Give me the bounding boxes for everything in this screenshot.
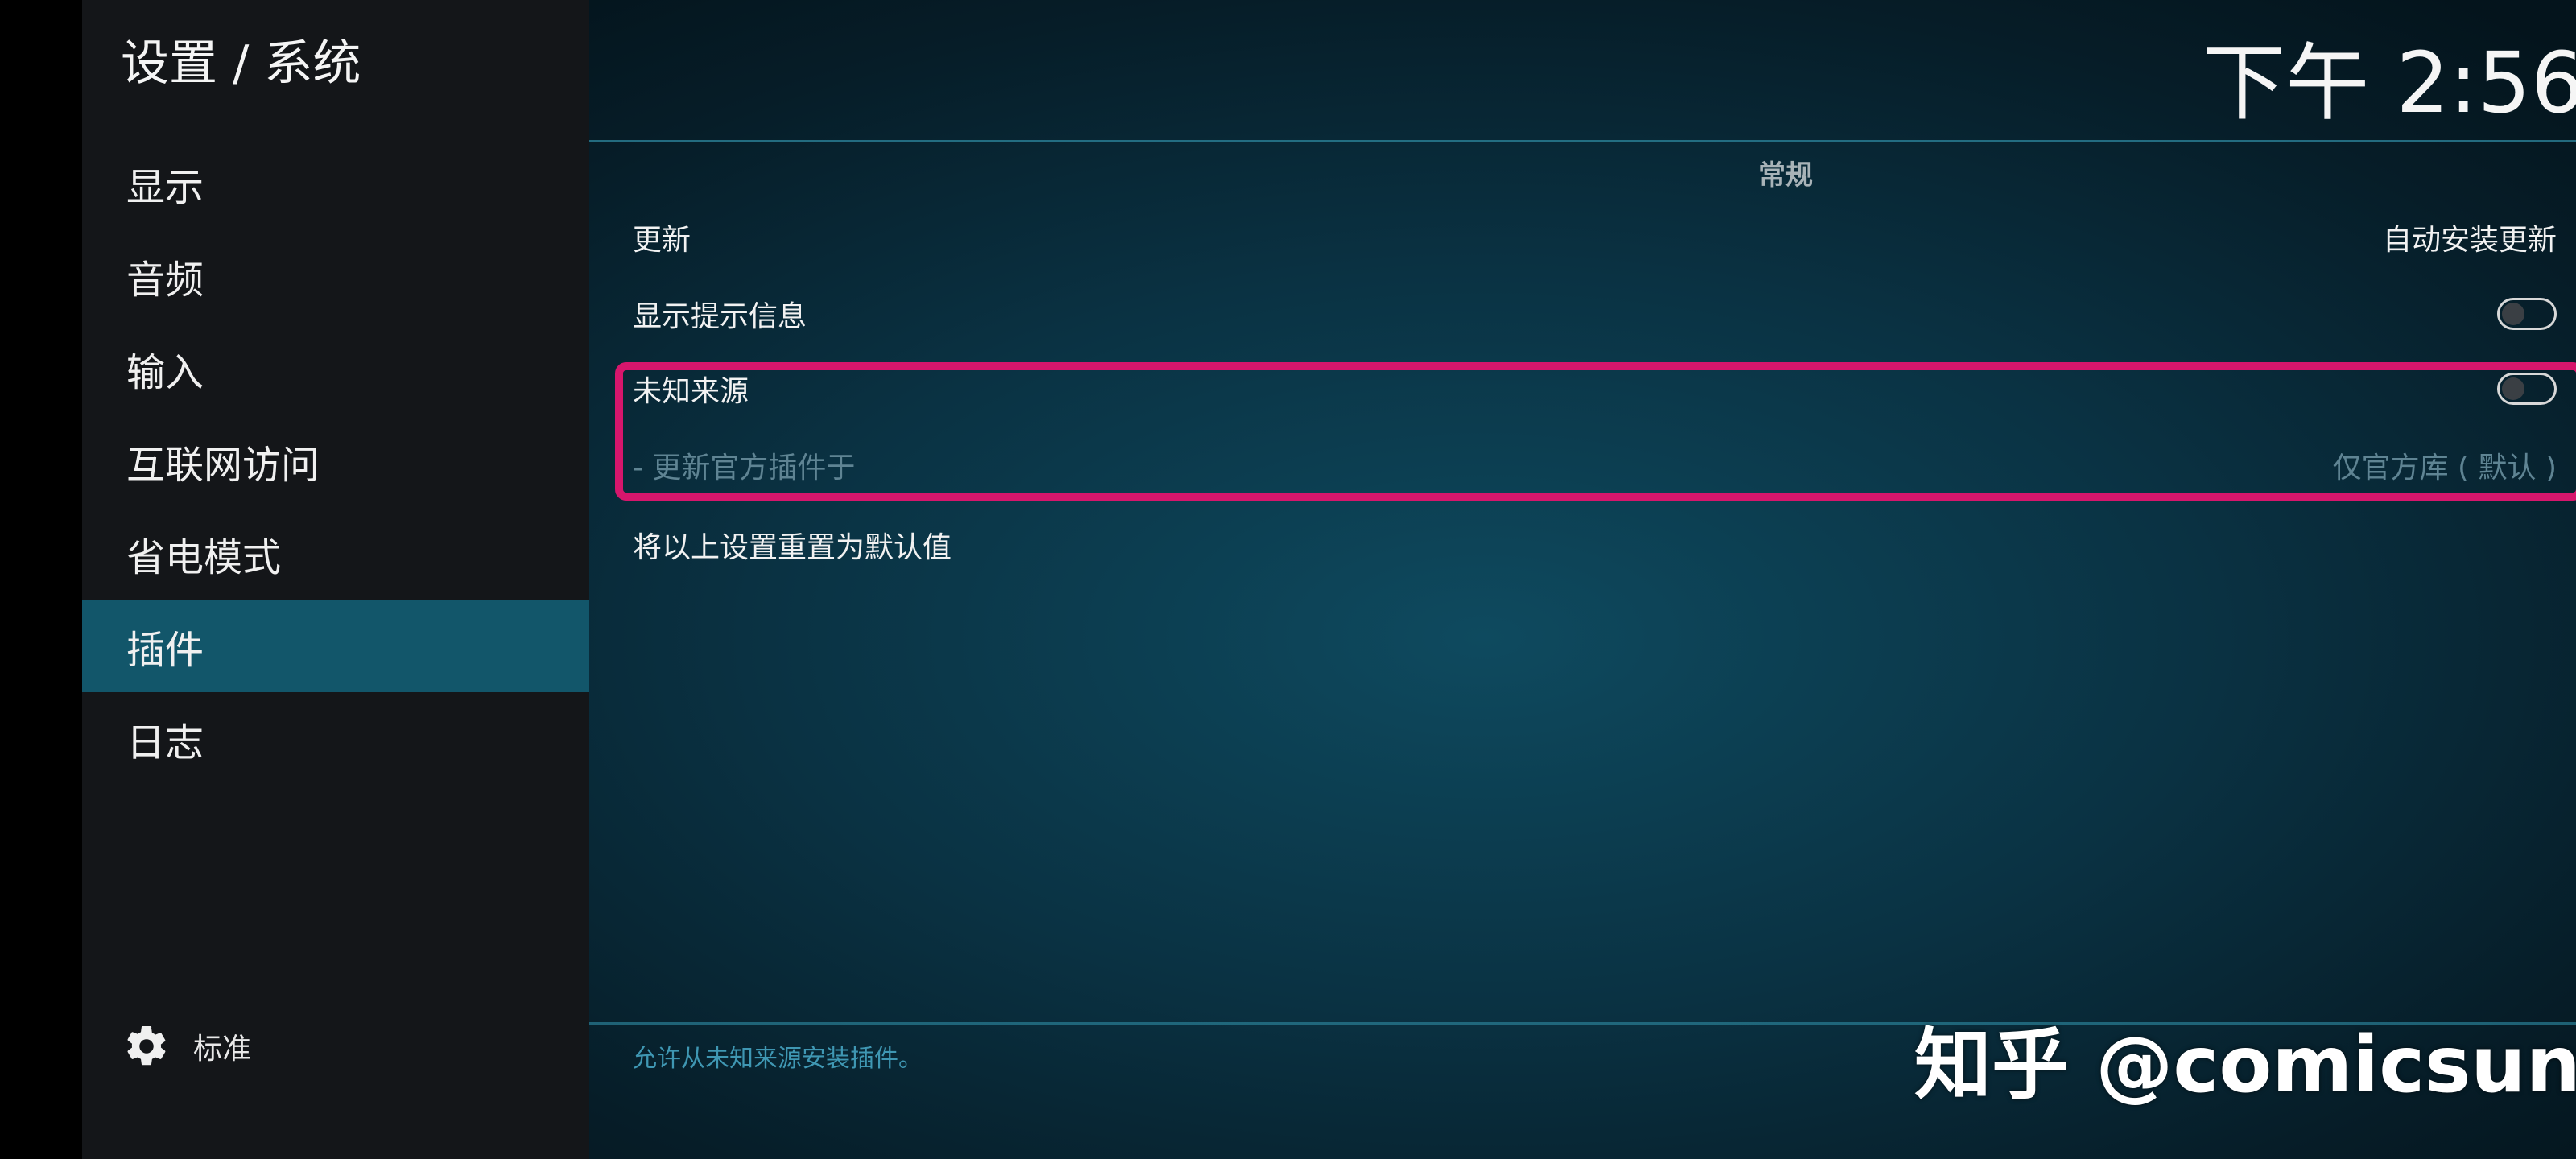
setting-row-reset-defaults[interactable]: 将以上设置重置为默认值 [633, 509, 2557, 581]
help-text: 允许从未知来源安装插件。 [633, 1045, 923, 1073]
setting-label: 显示提示信息 [633, 300, 807, 333]
sidebar-item-input[interactable]: 输入 [82, 322, 589, 415]
sidebar-item-label: 插件 [126, 627, 204, 673]
sidebar-item-logging[interactable]: 日志 [82, 692, 589, 785]
sidebar-item-label: 日志 [126, 720, 204, 765]
setting-row-show-notifications[interactable]: 显示提示信息 [633, 278, 2557, 350]
sidebar-item-label: 显示 [126, 164, 204, 210]
divider [589, 140, 2576, 142]
sidebar-item-label: 音频 [126, 257, 204, 303]
sidebar: 设置 / 系统 显示 音频 输入 互联网访问 省电模式 插件 日志 标准 [82, 0, 589, 1159]
sidebar-item-label: 省电模式 [126, 534, 282, 580]
setting-value: 自动安装更新 [2382, 224, 2557, 257]
screen: 设置 / 系统 显示 音频 输入 互联网访问 省电模式 插件 日志 标准 下午 … [0, 0, 2576, 1159]
highlight-box [615, 362, 2576, 501]
gear-icon [127, 1025, 166, 1066]
sidebar-item-display[interactable]: 显示 [82, 137, 589, 229]
sidebar-nav: 显示 音频 输入 互联网访问 省电模式 插件 日志 [82, 137, 589, 785]
sidebar-item-addons[interactable]: 插件 [82, 600, 589, 692]
clock: 下午 2:56 [2202, 34, 2576, 132]
sidebar-item-power-saving[interactable]: 省电模式 [82, 507, 589, 600]
toggle-switch[interactable] [2497, 298, 2557, 330]
sidebar-item-label: 输入 [126, 349, 204, 395]
toggle-knob [2502, 303, 2524, 325]
watermark: 知乎 @comicsun [1914, 1020, 2576, 1110]
setting-row-updates[interactable]: 更新 自动安装更新 [633, 201, 2557, 274]
settings-level-label: 标准 [193, 1033, 252, 1066]
setting-label: 将以上设置重置为默认值 [633, 531, 952, 564]
settings-panel: 下午 2:56 常规 更新 自动安装更新 显示提示信息 未知来源 - 更新官方插… [589, 0, 2576, 1159]
sidebar-item-internet-access[interactable]: 互联网访问 [82, 415, 589, 507]
breadcrumb: 设置 / 系统 [121, 35, 361, 92]
sidebar-item-audio[interactable]: 音频 [82, 229, 589, 322]
section-header: 常规 [1758, 159, 1813, 192]
setting-label: 更新 [633, 224, 691, 257]
sidebar-item-label: 互联网访问 [126, 442, 320, 488]
settings-level-button[interactable]: 标准 [122, 1022, 251, 1070]
